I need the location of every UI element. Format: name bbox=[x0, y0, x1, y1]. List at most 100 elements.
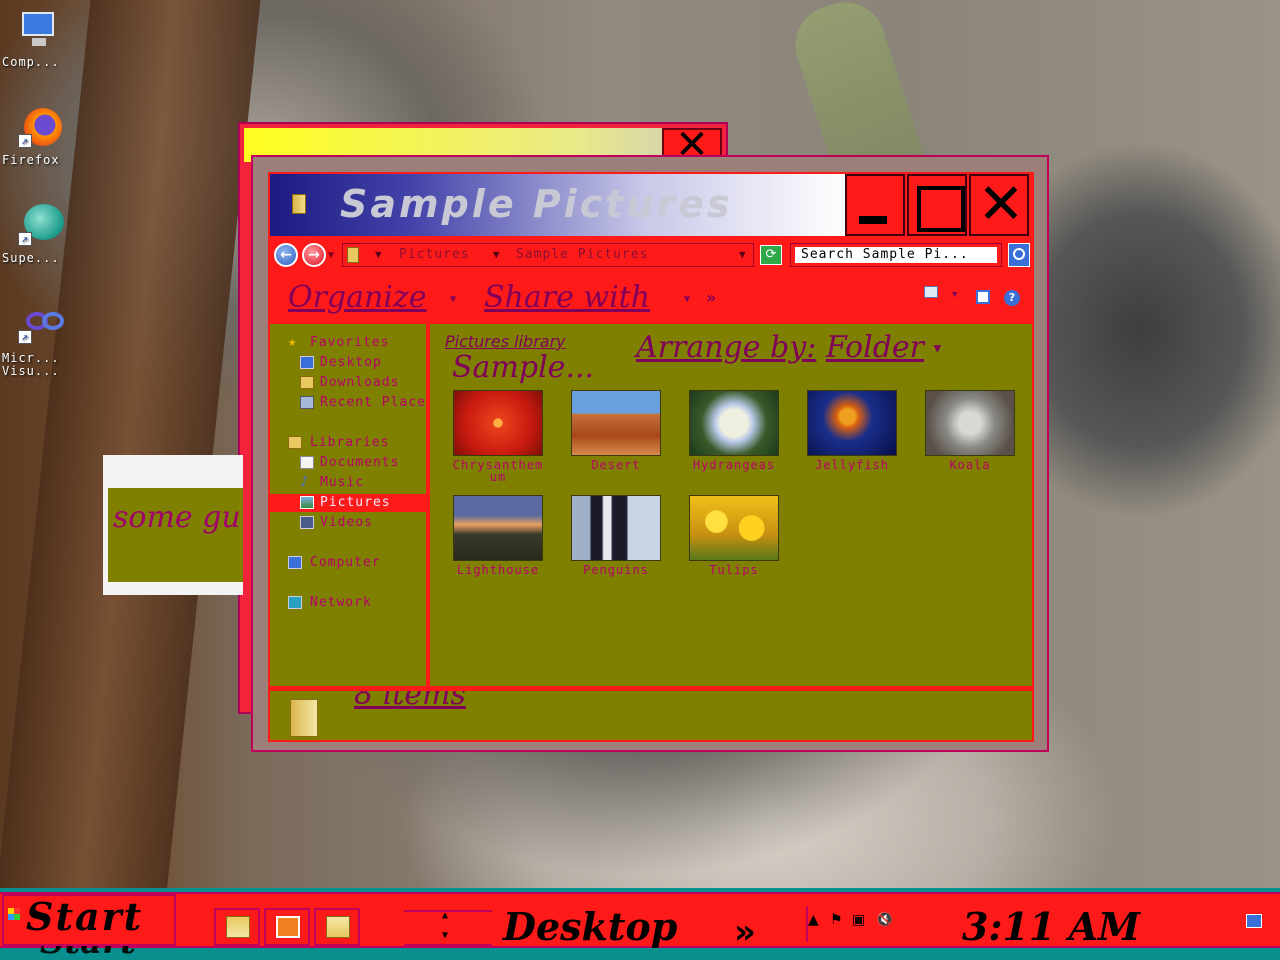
taskbar-explorer-button[interactable] bbox=[214, 908, 260, 946]
breadcrumb-sample-pictures[interactable]: Sample Pictures bbox=[516, 247, 648, 262]
thumbnail-image bbox=[571, 390, 661, 456]
windows-logo-icon bbox=[8, 908, 20, 920]
nav-item-documents[interactable]: Documents bbox=[270, 454, 426, 472]
maximize-button[interactable] bbox=[907, 174, 967, 236]
search-input[interactable]: Search Sample Pi... bbox=[795, 247, 997, 263]
explorer-frame: Sample Pictures ✕ ← → ▼ ▼ Pictures ▼ Sam… bbox=[268, 172, 1034, 742]
media-player-icon bbox=[276, 916, 300, 938]
nav-item-videos[interactable]: Videos bbox=[270, 514, 426, 532]
chevron-down-icon[interactable]: ▼ bbox=[493, 248, 500, 261]
file-item-koala[interactable]: Koala bbox=[915, 390, 1025, 471]
chevron-up-icon[interactable]: ▲ bbox=[442, 910, 448, 921]
taskbar: Start Start ▲ ▼ Desktop » ▲ ⚑ ▣ 🔇 3:11 A… bbox=[0, 888, 1280, 960]
desktop-icon-visual-studio[interactable]: ↗ Micr... Visu... bbox=[2, 304, 74, 378]
more-commands-button[interactable]: » bbox=[706, 288, 716, 307]
breadcrumb-pictures[interactable]: Pictures bbox=[399, 247, 470, 262]
desktop-toolbar-chevron[interactable]: » bbox=[734, 912, 756, 952]
nav-item-pictures[interactable]: Pictures bbox=[270, 494, 426, 512]
explorer-titlebar[interactable]: Sample Pictures bbox=[270, 174, 845, 236]
organize-button[interactable]: Organize bbox=[288, 280, 427, 315]
explorer-window[interactable]: Sample Pictures ✕ ← → ▼ ▼ Pictures ▼ Sam… bbox=[251, 155, 1049, 752]
file-name: Chrysanthemum bbox=[452, 458, 544, 484]
forward-button[interactable]: → bbox=[302, 243, 326, 267]
file-item-jellyfish[interactable]: Jellyfish bbox=[797, 390, 907, 471]
nav-item-libraries[interactable]: Libraries bbox=[270, 434, 426, 452]
file-item-hydrangeas[interactable]: Hydrangeas bbox=[679, 390, 789, 471]
chevron-down-icon[interactable]: ▼ bbox=[375, 248, 382, 261]
action-center-flag-icon[interactable]: ⚑ bbox=[830, 912, 843, 928]
file-name: Jellyfish bbox=[814, 458, 890, 472]
downloads-icon bbox=[300, 376, 314, 389]
nav-item-recent-places[interactable]: Recent Places bbox=[270, 394, 426, 412]
file-item-penguins[interactable]: Penguins bbox=[561, 495, 671, 576]
nav-item-favorites[interactable]: ★ Favorites bbox=[270, 334, 426, 352]
file-item-desert[interactable]: Desert bbox=[561, 390, 671, 471]
nav-item-network[interactable]: Network bbox=[270, 594, 426, 612]
small-window-text: some gu bbox=[113, 500, 241, 535]
library-title: Sample... bbox=[452, 350, 595, 385]
content-pane: Pictures library Sample... Arrange by: F… bbox=[430, 322, 1032, 686]
file-name: Lighthouse bbox=[456, 563, 540, 577]
computer-icon bbox=[288, 556, 302, 569]
nav-item-downloads[interactable]: Downloads bbox=[270, 374, 426, 392]
view-options-dropdown[interactable]: ▼ bbox=[952, 290, 957, 300]
file-name: Desert bbox=[591, 458, 641, 472]
change-view-icon[interactable] bbox=[924, 286, 938, 298]
recent-places-icon bbox=[300, 396, 314, 409]
nav-item-label: Libraries bbox=[310, 435, 390, 450]
file-item-tulips[interactable]: Tulips bbox=[679, 495, 789, 576]
recent-pages-dropdown[interactable]: ▼ bbox=[328, 250, 334, 261]
chevron-down-icon[interactable]: ▼ bbox=[442, 930, 448, 941]
desktop-toolbar-label[interactable]: Desktop bbox=[503, 904, 677, 949]
taskbar-scroll-buttons[interactable]: ▲ ▼ bbox=[404, 910, 492, 946]
nav-item-desktop[interactable]: Desktop bbox=[270, 354, 426, 372]
nav-item-label: Documents bbox=[320, 455, 400, 470]
library-label: Pictures library bbox=[445, 332, 566, 351]
videos-icon bbox=[300, 516, 314, 529]
file-item-chrysanthemum[interactable]: Chrysanthemum bbox=[443, 390, 553, 483]
address-bar[interactable]: ▼ Pictures ▼ Sample Pictures ▼ bbox=[342, 243, 754, 267]
thumbnail-image bbox=[571, 495, 661, 561]
folder-icon bbox=[290, 699, 318, 737]
nav-item-computer[interactable]: Computer bbox=[270, 554, 426, 572]
refresh-button[interactable]: ⟳ bbox=[760, 245, 782, 265]
thumbnail-image bbox=[689, 390, 779, 456]
search-icon[interactable] bbox=[1008, 243, 1030, 267]
nav-item-label: Desktop bbox=[320, 355, 382, 370]
arrow-right-icon: → bbox=[308, 247, 320, 263]
app-shortcut-icon: ↗ bbox=[16, 204, 64, 248]
arrange-by-control[interactable]: Arrange by: Folder ▼ bbox=[636, 330, 941, 365]
start-button[interactable]: Start bbox=[2, 894, 176, 946]
file-name: Koala bbox=[949, 458, 991, 472]
desktop-icon-super[interactable]: ↗ Supe... bbox=[2, 204, 74, 265]
close-button[interactable]: ✕ bbox=[969, 174, 1029, 236]
back-button[interactable]: ← bbox=[274, 243, 298, 267]
computer-icon bbox=[16, 8, 60, 52]
taskbar-folder-button[interactable] bbox=[314, 908, 360, 946]
nav-item-label: Network bbox=[310, 595, 372, 610]
clock[interactable]: 3:11 AM bbox=[962, 904, 1140, 949]
search-field[interactable]: Search Sample Pi... bbox=[790, 243, 1002, 267]
nav-item-music[interactable]: ♪ Music bbox=[270, 474, 426, 492]
volume-muted-icon[interactable]: 🔇 bbox=[876, 912, 893, 928]
network-icon[interactable]: ▣ bbox=[852, 912, 865, 928]
chevron-down-icon: ▼ bbox=[933, 343, 942, 355]
small-window[interactable]: some gu bbox=[103, 455, 243, 595]
minimize-button[interactable] bbox=[845, 174, 905, 236]
preview-pane-icon[interactable] bbox=[976, 290, 990, 304]
desktop-icon-computer[interactable]: Comp... bbox=[2, 8, 74, 69]
taskbar-media-player-button[interactable] bbox=[264, 908, 310, 946]
show-hidden-icons-icon[interactable]: ▲ bbox=[808, 912, 819, 928]
arrow-left-icon: ← bbox=[280, 247, 292, 263]
desktop-icon-label: Comp... bbox=[2, 55, 60, 69]
desktop-icon bbox=[300, 356, 314, 369]
arrange-by-value[interactable]: Folder bbox=[826, 330, 924, 365]
desktop-icon-firefox[interactable]: ↗ Firefox bbox=[2, 106, 74, 167]
show-desktop-button[interactable] bbox=[1246, 914, 1262, 928]
item-count: 8 items bbox=[354, 688, 466, 712]
file-item-lighthouse[interactable]: Lighthouse bbox=[443, 495, 553, 576]
folder-icon bbox=[347, 247, 359, 263]
help-icon[interactable]: ? bbox=[1004, 290, 1020, 306]
address-dropdown-icon[interactable]: ▼ bbox=[739, 248, 746, 261]
share-with-button[interactable]: Share with bbox=[484, 280, 650, 315]
